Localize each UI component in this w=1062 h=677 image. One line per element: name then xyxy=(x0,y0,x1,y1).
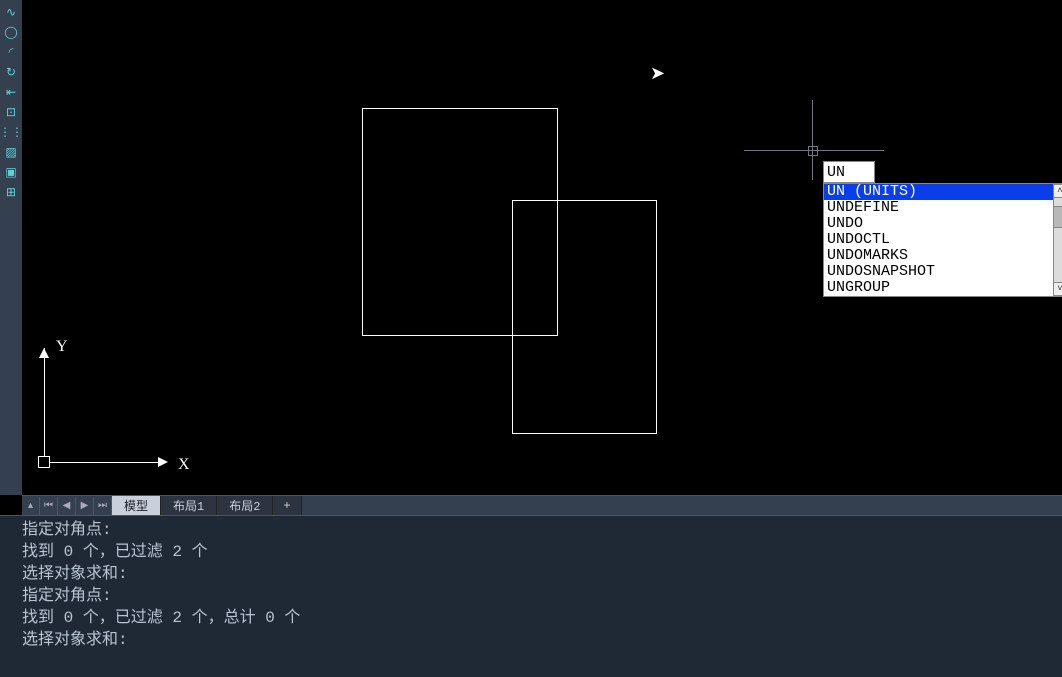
tab-first-icon[interactable]: ⏮ xyxy=(40,497,58,515)
dimension-icon[interactable]: ⇤ xyxy=(2,83,20,101)
scroll-up-icon[interactable]: ˄ xyxy=(1053,184,1062,198)
grid-icon[interactable]: ⊞ xyxy=(2,183,20,201)
command-suggestion-dropdown: UN (UNITS) UNDEFINE UNDO UNDOCTL UNDOMAR… xyxy=(823,183,1062,297)
command-history-line: 找到 0 个，已过滤 2 个 xyxy=(22,543,208,561)
suggestion-item[interactable]: UNGROUP xyxy=(824,280,1062,296)
command-history-line: 找到 0 个，已过滤 2 个，总计 0 个 xyxy=(22,609,300,627)
hatch-icon[interactable]: ▨ xyxy=(2,143,20,161)
drawing-canvas[interactable]: ➤ Y X UN (UNITS) UNDEFINE UNDO UNDOCTL U… xyxy=(22,0,1062,495)
command-history-line: 指定对角点: xyxy=(22,521,112,539)
tab-add-button[interactable]: + xyxy=(273,496,301,516)
ucs-x-label: X xyxy=(178,456,190,474)
snap-icon[interactable]: ⊡ xyxy=(2,103,20,121)
tab-next-icon[interactable]: ▶ xyxy=(76,497,94,515)
ucs-y-label: Y xyxy=(56,338,68,356)
layout-tab-bar: ▴ ⏮ ◀ ▶ ⏭ 模型 布局1 布局2 + xyxy=(22,495,1062,515)
tab-layout1[interactable]: 布局1 xyxy=(161,496,217,516)
suggestion-item[interactable]: UNDO xyxy=(824,216,1062,232)
spline-icon[interactable]: ∿ xyxy=(2,3,20,21)
ucs-axis-icon: Y X xyxy=(38,338,188,488)
tab-model[interactable]: 模型 xyxy=(112,496,161,516)
scroll-thumb[interactable] xyxy=(1053,206,1062,228)
tab-collapse-icon[interactable]: ▴ xyxy=(22,497,40,515)
suggestion-item[interactable]: UNDOMARKS xyxy=(824,248,1062,264)
redo-icon[interactable]: ↻ xyxy=(2,63,20,81)
tab-prev-icon[interactable]: ◀ xyxy=(58,497,76,515)
suggestion-item[interactable]: UNDEFINE xyxy=(824,200,1062,216)
crosshair-pickbox-icon xyxy=(808,146,818,156)
mouse-cursor-icon: ➤ xyxy=(650,63,665,85)
rect-icon[interactable]: ▣ xyxy=(2,163,20,181)
scroll-down-icon[interactable]: ˅ xyxy=(1053,282,1062,296)
command-history-line: 选择对象求和: xyxy=(22,565,128,583)
tab-layout2[interactable]: 布局2 xyxy=(217,496,273,516)
drawn-rectangle-2[interactable] xyxy=(512,200,657,434)
command-history-window[interactable]: 指定对角点: 找到 0 个，已过滤 2 个 选择对象求和: 指定对角点: 找到 … xyxy=(0,515,1062,677)
suggestion-item[interactable]: UN (UNITS) xyxy=(824,184,1062,200)
crosshair-vertical-icon xyxy=(812,100,813,180)
tab-last-icon[interactable]: ⏭ xyxy=(94,497,112,515)
dynamic-command-input[interactable] xyxy=(823,161,875,183)
command-history-line: 选择对象求和: xyxy=(22,631,128,649)
suggestion-item[interactable]: UNDOSNAPSHOT xyxy=(824,264,1062,280)
command-history-line: 指定对角点: xyxy=(22,587,112,605)
dots-icon[interactable]: ⋮⋮ xyxy=(2,123,20,141)
arc-icon[interactable]: ◜ xyxy=(2,43,20,61)
suggestion-item[interactable]: UNDOCTL xyxy=(824,232,1062,248)
circle-a-icon[interactable]: ◯ xyxy=(2,23,20,41)
suggestion-scrollbar[interactable]: ˄ ˅ xyxy=(1053,184,1062,296)
left-toolbar: ∿ ◯ ◜ ↻ ⇤ ⊡ ⋮⋮ ▨ ▣ ⊞ xyxy=(0,0,22,495)
